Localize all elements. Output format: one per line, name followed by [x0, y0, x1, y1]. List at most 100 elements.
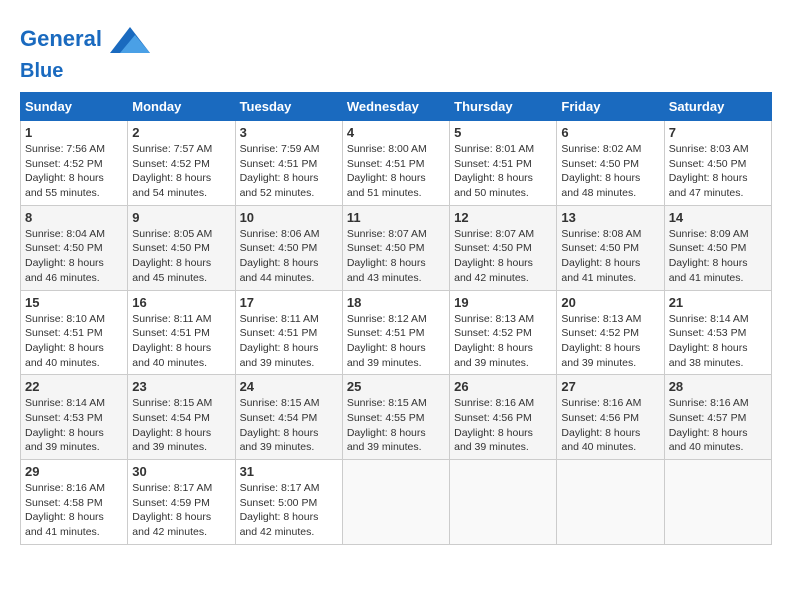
- calendar-table: SundayMondayTuesdayWednesdayThursdayFrid…: [20, 92, 772, 545]
- cell-info: Sunrise: 8:16 AM Sunset: 4:58 PM Dayligh…: [25, 481, 123, 540]
- day-number: 12: [454, 210, 552, 225]
- cell-info: Sunrise: 8:01 AM Sunset: 4:51 PM Dayligh…: [454, 142, 552, 201]
- cell-info: Sunrise: 8:15 AM Sunset: 4:55 PM Dayligh…: [347, 396, 445, 455]
- calendar-cell: 10 Sunrise: 8:06 AM Sunset: 4:50 PM Dayl…: [235, 205, 342, 290]
- calendar-cell: 4 Sunrise: 8:00 AM Sunset: 4:51 PM Dayli…: [342, 121, 449, 206]
- cell-info: Sunrise: 8:05 AM Sunset: 4:50 PM Dayligh…: [132, 227, 230, 286]
- cell-info: Sunrise: 8:07 AM Sunset: 4:50 PM Dayligh…: [454, 227, 552, 286]
- calendar-week-2: 8 Sunrise: 8:04 AM Sunset: 4:50 PM Dayli…: [21, 205, 772, 290]
- calendar-cell: 31 Sunrise: 8:17 AM Sunset: 5:00 PM Dayl…: [235, 460, 342, 545]
- calendar-cell: 29 Sunrise: 8:16 AM Sunset: 4:58 PM Dayl…: [21, 460, 128, 545]
- day-number: 13: [561, 210, 659, 225]
- calendar-cell: 18 Sunrise: 8:12 AM Sunset: 4:51 PM Dayl…: [342, 290, 449, 375]
- calendar-cell: 23 Sunrise: 8:15 AM Sunset: 4:54 PM Dayl…: [128, 375, 235, 460]
- day-number: 23: [132, 379, 230, 394]
- day-number: 30: [132, 464, 230, 479]
- calendar-week-5: 29 Sunrise: 8:16 AM Sunset: 4:58 PM Dayl…: [21, 460, 772, 545]
- cell-info: Sunrise: 8:12 AM Sunset: 4:51 PM Dayligh…: [347, 312, 445, 371]
- day-number: 14: [669, 210, 767, 225]
- day-number: 31: [240, 464, 338, 479]
- day-number: 4: [347, 125, 445, 140]
- cell-info: Sunrise: 8:16 AM Sunset: 4:56 PM Dayligh…: [454, 396, 552, 455]
- calendar-header-row: SundayMondayTuesdayWednesdayThursdayFrid…: [21, 93, 772, 121]
- day-number: 8: [25, 210, 123, 225]
- day-number: 22: [25, 379, 123, 394]
- calendar-cell: 30 Sunrise: 8:17 AM Sunset: 4:59 PM Dayl…: [128, 460, 235, 545]
- calendar-week-1: 1 Sunrise: 7:56 AM Sunset: 4:52 PM Dayli…: [21, 121, 772, 206]
- cell-info: Sunrise: 8:16 AM Sunset: 4:57 PM Dayligh…: [669, 396, 767, 455]
- calendar-cell: 2 Sunrise: 7:57 AM Sunset: 4:52 PM Dayli…: [128, 121, 235, 206]
- cell-info: Sunrise: 8:13 AM Sunset: 4:52 PM Dayligh…: [454, 312, 552, 371]
- logo: General Blue: [20, 20, 150, 82]
- weekday-header-monday: Monday: [128, 93, 235, 121]
- calendar-cell: 28 Sunrise: 8:16 AM Sunset: 4:57 PM Dayl…: [664, 375, 771, 460]
- cell-info: Sunrise: 8:11 AM Sunset: 4:51 PM Dayligh…: [240, 312, 338, 371]
- calendar-cell: 27 Sunrise: 8:16 AM Sunset: 4:56 PM Dayl…: [557, 375, 664, 460]
- weekday-header-wednesday: Wednesday: [342, 93, 449, 121]
- calendar-cell: 24 Sunrise: 8:15 AM Sunset: 4:54 PM Dayl…: [235, 375, 342, 460]
- calendar-cell: 11 Sunrise: 8:07 AM Sunset: 4:50 PM Dayl…: [342, 205, 449, 290]
- weekday-header-tuesday: Tuesday: [235, 93, 342, 121]
- cell-info: Sunrise: 8:15 AM Sunset: 4:54 PM Dayligh…: [240, 396, 338, 455]
- calendar-cell: 20 Sunrise: 8:13 AM Sunset: 4:52 PM Dayl…: [557, 290, 664, 375]
- calendar-cell: 17 Sunrise: 8:11 AM Sunset: 4:51 PM Dayl…: [235, 290, 342, 375]
- cell-info: Sunrise: 8:14 AM Sunset: 4:53 PM Dayligh…: [25, 396, 123, 455]
- day-number: 20: [561, 295, 659, 310]
- day-number: 1: [25, 125, 123, 140]
- calendar-cell: 13 Sunrise: 8:08 AM Sunset: 4:50 PM Dayl…: [557, 205, 664, 290]
- cell-info: Sunrise: 8:02 AM Sunset: 4:50 PM Dayligh…: [561, 142, 659, 201]
- weekday-header-friday: Friday: [557, 93, 664, 121]
- cell-info: Sunrise: 8:09 AM Sunset: 4:50 PM Dayligh…: [669, 227, 767, 286]
- cell-info: Sunrise: 8:16 AM Sunset: 4:56 PM Dayligh…: [561, 396, 659, 455]
- calendar-cell: [450, 460, 557, 545]
- calendar-cell: 5 Sunrise: 8:01 AM Sunset: 4:51 PM Dayli…: [450, 121, 557, 206]
- logo-text: General: [20, 20, 150, 60]
- day-number: 27: [561, 379, 659, 394]
- day-number: 5: [454, 125, 552, 140]
- day-number: 24: [240, 379, 338, 394]
- day-number: 28: [669, 379, 767, 394]
- day-number: 16: [132, 295, 230, 310]
- cell-info: Sunrise: 7:59 AM Sunset: 4:51 PM Dayligh…: [240, 142, 338, 201]
- calendar-cell: 21 Sunrise: 8:14 AM Sunset: 4:53 PM Dayl…: [664, 290, 771, 375]
- day-number: 10: [240, 210, 338, 225]
- calendar-cell: 16 Sunrise: 8:11 AM Sunset: 4:51 PM Dayl…: [128, 290, 235, 375]
- calendar-cell: 7 Sunrise: 8:03 AM Sunset: 4:50 PM Dayli…: [664, 121, 771, 206]
- calendar-cell: 25 Sunrise: 8:15 AM Sunset: 4:55 PM Dayl…: [342, 375, 449, 460]
- calendar-body: 1 Sunrise: 7:56 AM Sunset: 4:52 PM Dayli…: [21, 121, 772, 545]
- cell-info: Sunrise: 8:08 AM Sunset: 4:50 PM Dayligh…: [561, 227, 659, 286]
- day-number: 29: [25, 464, 123, 479]
- cell-info: Sunrise: 8:17 AM Sunset: 4:59 PM Dayligh…: [132, 481, 230, 540]
- page-header: General Blue: [20, 20, 772, 82]
- cell-info: Sunrise: 8:17 AM Sunset: 5:00 PM Dayligh…: [240, 481, 338, 540]
- calendar-cell: 14 Sunrise: 8:09 AM Sunset: 4:50 PM Dayl…: [664, 205, 771, 290]
- day-number: 25: [347, 379, 445, 394]
- day-number: 2: [132, 125, 230, 140]
- calendar-cell: 9 Sunrise: 8:05 AM Sunset: 4:50 PM Dayli…: [128, 205, 235, 290]
- cell-info: Sunrise: 7:57 AM Sunset: 4:52 PM Dayligh…: [132, 142, 230, 201]
- cell-info: Sunrise: 8:06 AM Sunset: 4:50 PM Dayligh…: [240, 227, 338, 286]
- calendar-cell: 15 Sunrise: 8:10 AM Sunset: 4:51 PM Dayl…: [21, 290, 128, 375]
- calendar-cell: 6 Sunrise: 8:02 AM Sunset: 4:50 PM Dayli…: [557, 121, 664, 206]
- logo-icon: [110, 20, 150, 60]
- cell-info: Sunrise: 8:15 AM Sunset: 4:54 PM Dayligh…: [132, 396, 230, 455]
- calendar-cell: [557, 460, 664, 545]
- calendar-cell: 8 Sunrise: 8:04 AM Sunset: 4:50 PM Dayli…: [21, 205, 128, 290]
- calendar-cell: 3 Sunrise: 7:59 AM Sunset: 4:51 PM Dayli…: [235, 121, 342, 206]
- day-number: 17: [240, 295, 338, 310]
- cell-info: Sunrise: 8:07 AM Sunset: 4:50 PM Dayligh…: [347, 227, 445, 286]
- weekday-header-sunday: Sunday: [21, 93, 128, 121]
- calendar-week-4: 22 Sunrise: 8:14 AM Sunset: 4:53 PM Dayl…: [21, 375, 772, 460]
- calendar-cell: 12 Sunrise: 8:07 AM Sunset: 4:50 PM Dayl…: [450, 205, 557, 290]
- day-number: 11: [347, 210, 445, 225]
- calendar-cell: [342, 460, 449, 545]
- calendar-cell: 19 Sunrise: 8:13 AM Sunset: 4:52 PM Dayl…: [450, 290, 557, 375]
- calendar-cell: [664, 460, 771, 545]
- cell-info: Sunrise: 8:04 AM Sunset: 4:50 PM Dayligh…: [25, 227, 123, 286]
- day-number: 7: [669, 125, 767, 140]
- day-number: 15: [25, 295, 123, 310]
- day-number: 21: [669, 295, 767, 310]
- day-number: 19: [454, 295, 552, 310]
- day-number: 26: [454, 379, 552, 394]
- cell-info: Sunrise: 8:03 AM Sunset: 4:50 PM Dayligh…: [669, 142, 767, 201]
